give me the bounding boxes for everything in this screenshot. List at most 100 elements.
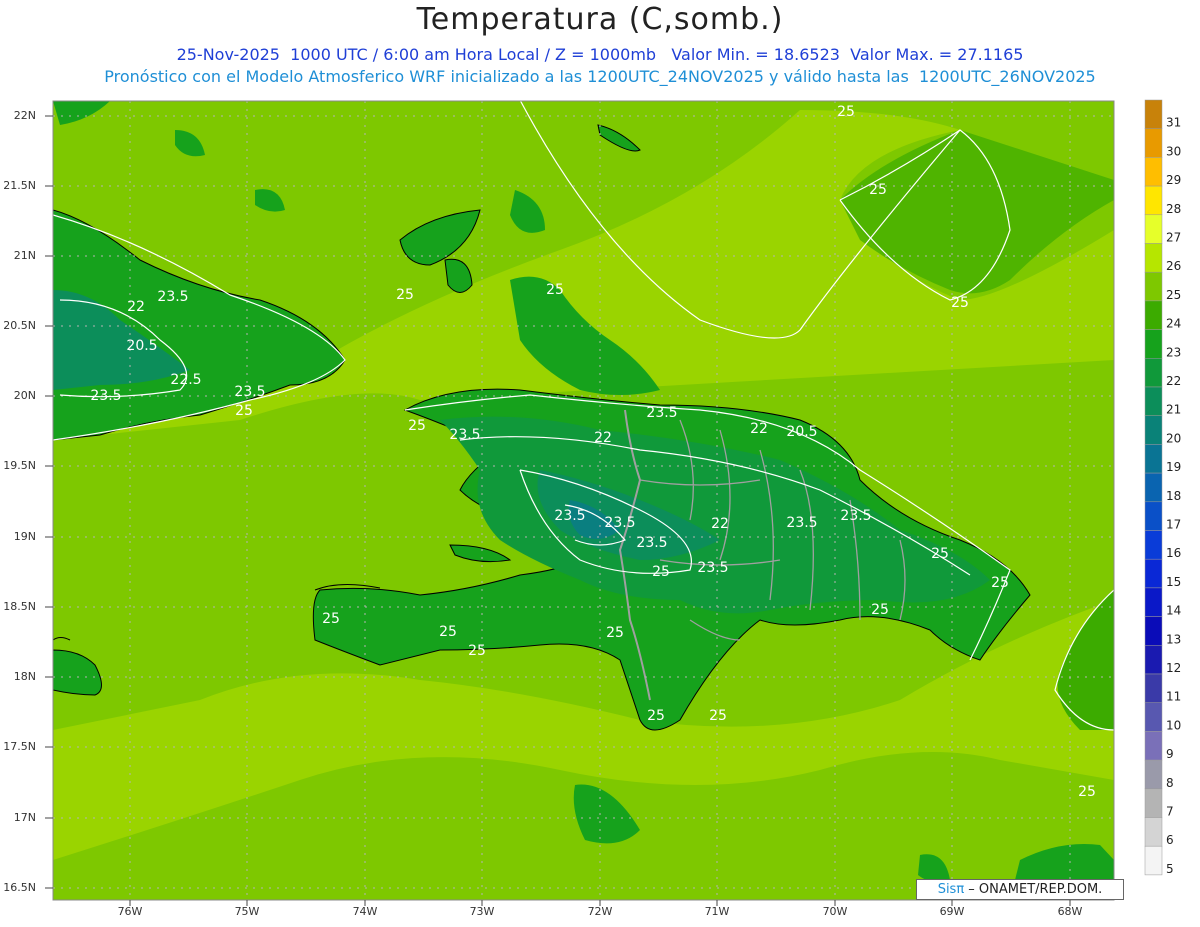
- lat-label-16-5n: 16.5N: [3, 881, 36, 894]
- legend-label: 24: [1166, 317, 1181, 331]
- lon-label-70w: 70W: [822, 905, 848, 918]
- contour-label: 25: [951, 295, 969, 311]
- contour-label: 25: [439, 624, 457, 640]
- contour-label: 25: [709, 708, 727, 724]
- contour-label: 20.5: [786, 424, 817, 440]
- legend-label: 6: [1166, 833, 1174, 847]
- contour-label: 25: [235, 403, 253, 419]
- legend-label: 13: [1166, 632, 1181, 646]
- legend-label: 11: [1166, 690, 1181, 704]
- legend-label: 22: [1166, 374, 1181, 388]
- credit-org: – ONAMET/REP.DOM.: [964, 882, 1103, 897]
- legend-label: 21: [1166, 403, 1181, 417]
- contour-label: 23.5: [449, 427, 480, 443]
- legend-swatch: [1144, 501, 1163, 531]
- legend-label: 19: [1166, 460, 1181, 474]
- lon-label-75w: 75W: [234, 905, 260, 918]
- legend-swatch: [1144, 386, 1163, 416]
- legend-swatch: [1144, 358, 1163, 388]
- lon-label-76w: 76W: [117, 905, 143, 918]
- contour-label: 22: [594, 430, 612, 446]
- legend-label: 31: [1166, 116, 1181, 130]
- contour-label: 23.5: [840, 508, 871, 524]
- contour-label: 25: [322, 611, 340, 627]
- contour-label: 23.5: [90, 388, 121, 404]
- legend-swatch: [1144, 271, 1163, 302]
- lat-label-20-5n: 20.5N: [3, 319, 36, 332]
- contour-label: 25: [871, 602, 889, 618]
- contour-label: 23.5: [554, 508, 585, 524]
- contour-label: 22: [750, 421, 768, 437]
- legend-label: 12: [1166, 661, 1181, 675]
- legend-swatch: [1144, 817, 1163, 847]
- contour-label: 25: [606, 625, 624, 641]
- contour-label: 23.5: [234, 384, 265, 400]
- lat-label-21-5n: 21.5N: [3, 179, 36, 192]
- contour-label: 25: [408, 418, 426, 434]
- legend-swatch: [1144, 587, 1163, 617]
- legend-label: 8: [1166, 776, 1174, 790]
- legend-swatch: [1144, 673, 1163, 703]
- legend-swatch: [1144, 558, 1163, 589]
- legend-swatch: [1144, 300, 1163, 330]
- contour-label: 25: [468, 643, 486, 659]
- legend-label: 17: [1166, 518, 1181, 532]
- legend-swatch: [1144, 329, 1163, 359]
- legend-label: 7: [1166, 805, 1174, 819]
- contour-label: 23.5: [636, 535, 667, 551]
- legend-swatch: [1144, 731, 1163, 761]
- contour-label: 23.5: [786, 515, 817, 531]
- legend-swatch: [1144, 214, 1163, 244]
- legend-swatch: [1144, 472, 1163, 503]
- legend-swatch: [1144, 415, 1163, 445]
- contour-label: 22: [711, 516, 729, 532]
- legend-swatch: [1144, 645, 1163, 675]
- legend-label: 28: [1166, 202, 1181, 216]
- color-legend: 31 30 29 28 27 26 25 24 23 22 21 20 19 18 17 16 15 14 13 12…: [1144, 99, 1181, 876]
- lon-label-71w: 71W: [704, 905, 730, 918]
- legend-swatch: [1144, 845, 1163, 876]
- legend-label: 10: [1166, 718, 1181, 732]
- contour-label: 23.5: [157, 289, 188, 305]
- legend-label: 5: [1166, 862, 1174, 876]
- legend-label: 20: [1166, 431, 1181, 445]
- lat-label-21n: 21N: [13, 249, 36, 262]
- lon-label-68w: 68W: [1057, 905, 1083, 918]
- legend-label: 27: [1166, 231, 1181, 245]
- contour-label: 25: [991, 575, 1009, 591]
- contour-label: 25: [546, 282, 564, 298]
- legend-swatch: [1144, 444, 1163, 474]
- legend-label: 16: [1166, 546, 1181, 560]
- lat-label-17n: 17N: [13, 811, 36, 824]
- legend-label: 25: [1166, 288, 1181, 302]
- contour-label: 23.5: [646, 405, 677, 421]
- legend-label: 9: [1166, 747, 1174, 761]
- legend-swatch: [1144, 243, 1163, 273]
- contour-label: 22: [127, 299, 145, 315]
- legend-label: 29: [1166, 173, 1181, 187]
- lat-label-19n: 19N: [13, 530, 36, 543]
- legend-swatch: [1144, 788, 1163, 818]
- legend-swatch: [1144, 759, 1163, 790]
- legend-swatch: [1144, 99, 1163, 129]
- contour-label: 25: [837, 104, 855, 120]
- contour-label: 25: [652, 564, 670, 580]
- temperature-map: 25 25 25 25 23.5 22 20.5 22.5 23.5 23.5 25 25 23.5 22…: [45, 99, 1181, 906]
- contour-label: 25: [869, 182, 887, 198]
- contour-label: 20.5: [126, 338, 157, 354]
- contour-label: 25: [396, 287, 414, 303]
- credit-sis: Sisπ: [937, 882, 965, 897]
- lat-label-19-5n: 19.5N: [3, 459, 36, 472]
- contour-label: 25: [1078, 784, 1096, 800]
- legend-label: 18: [1166, 489, 1181, 503]
- legend-label: 30: [1166, 144, 1181, 158]
- legend-label: 26: [1166, 259, 1181, 273]
- lon-label-69w: 69W: [939, 905, 965, 918]
- contour-label: 25: [647, 708, 665, 724]
- legend-swatch: [1144, 616, 1163, 646]
- contour-label: 22.5: [170, 372, 201, 388]
- legend-swatch: [1144, 185, 1163, 216]
- lat-label-20n: 20N: [13, 389, 36, 402]
- lat-label-18-5n: 18.5N: [3, 600, 36, 613]
- lat-label-18n: 18N: [13, 670, 36, 683]
